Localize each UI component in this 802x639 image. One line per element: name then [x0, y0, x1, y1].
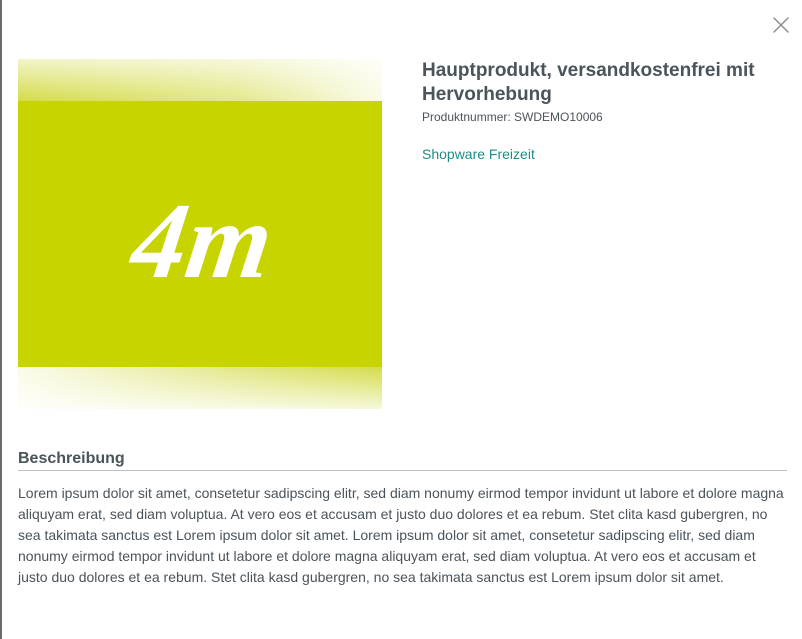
product-title: Hauptprodukt, versandkostenfrei mit Herv…	[422, 60, 755, 105]
product-quickview-modal: 4m Hauptprodukt, versandkostenfrei mit H…	[2, 0, 802, 639]
description-section: Beschreibung Lorem ipsum dolor sit amet,…	[18, 449, 787, 588]
product-number: Produktnummer: SWDEMO10006	[422, 110, 603, 124]
brand-logo: 4m	[123, 181, 280, 300]
close-button[interactable]	[770, 14, 792, 36]
description-text: Lorem ipsum dolor sit amet, consetetur s…	[18, 485, 784, 585]
description-heading: Beschreibung	[18, 449, 787, 471]
product-info: Hauptprodukt, versandkostenfrei mit Herv…	[422, 59, 792, 164]
close-icon	[773, 17, 789, 33]
manufacturer-link[interactable]: Shopware Freizeit	[422, 145, 535, 163]
product-image[interactable]: 4m	[18, 59, 382, 409]
